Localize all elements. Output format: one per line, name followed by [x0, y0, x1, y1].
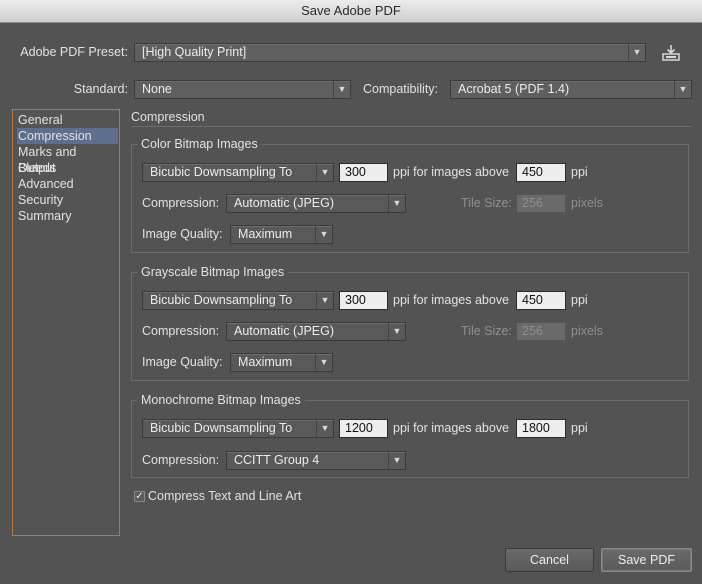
- color-ppi-unit: ppi: [571, 165, 588, 179]
- chevron-down-icon: ▼: [388, 195, 405, 212]
- mono-ppi-unit: ppi: [571, 421, 588, 435]
- gray-compression-value: Automatic (JPEG): [234, 324, 335, 338]
- mono-ppi-input[interactable]: 1200: [339, 419, 388, 438]
- chevron-down-icon: ▼: [388, 452, 405, 469]
- color-tile-size-label: Tile Size:: [461, 196, 512, 210]
- color-compression-dropdown[interactable]: Automatic (JPEG) ▼: [226, 194, 406, 213]
- sidebar-item-label: Output: [18, 161, 56, 175]
- sidebar-item-output[interactable]: Output: [17, 160, 118, 176]
- mono-sampling-dropdown[interactable]: Bicubic Downsampling To ▼: [142, 419, 334, 438]
- standard-label: Standard:: [73, 82, 128, 96]
- save-pdf-button[interactable]: Save PDF: [601, 548, 692, 572]
- mono-compression-dropdown[interactable]: CCITT Group 4 ▼: [226, 451, 406, 470]
- color-above-input[interactable]: 450: [516, 163, 566, 182]
- color-above-label: ppi for images above: [393, 165, 510, 179]
- gray-quality-label: Image Quality:: [142, 355, 223, 369]
- color-quality-label: Image Quality:: [142, 227, 223, 241]
- chevron-down-icon: ▼: [315, 226, 332, 243]
- sidebar-item-marks-and-bleeds[interactable]: Marks and Bleeds: [17, 144, 118, 175]
- mono-above-value: 1800: [522, 421, 550, 435]
- color-quality-value: Maximum: [238, 227, 293, 241]
- section-divider: [131, 126, 692, 127]
- chevron-down-icon: ▼: [333, 81, 350, 98]
- color-sampling-value: Bicubic Downsampling To: [150, 165, 293, 179]
- section-title: Compression: [131, 110, 205, 124]
- gray-quality-dropdown[interactable]: Maximum ▼: [230, 353, 333, 372]
- gray-compression-label: Compression:: [142, 324, 220, 338]
- preset-dropdown[interactable]: [High Quality Print] ▼: [134, 43, 646, 62]
- gray-ppi-value: 300: [345, 293, 366, 307]
- window-title-bar: Save Adobe PDF: [0, 0, 702, 23]
- gray-above-value: 450: [522, 293, 543, 307]
- gray-quality-value: Maximum: [238, 355, 293, 369]
- sidebar-item-general[interactable]: General: [17, 112, 118, 128]
- gray-pixels-label: pixels: [571, 324, 603, 338]
- color-sampling-dropdown[interactable]: Bicubic Downsampling To ▼: [142, 163, 334, 182]
- gray-sampling-dropdown[interactable]: Bicubic Downsampling To ▼: [142, 291, 334, 310]
- gray-above-input[interactable]: 450: [516, 291, 566, 310]
- mono-above-label: ppi for images above: [393, 421, 510, 435]
- sidebar-item-summary[interactable]: Summary: [17, 208, 118, 224]
- compress-text-checkbox[interactable]: ✓: [134, 491, 145, 502]
- sidebar: General Compression Marks and Bleeds Out…: [12, 109, 120, 536]
- gray-above-label: ppi for images above: [393, 293, 510, 307]
- chevron-down-icon: ▼: [388, 323, 405, 340]
- sidebar-item-label: Summary: [18, 209, 72, 223]
- color-tile-size-input[interactable]: 256: [516, 194, 566, 213]
- sidebar-item-compression[interactable]: Compression: [17, 128, 118, 144]
- mono-group-title: Monochrome Bitmap Images: [137, 393, 305, 407]
- gray-tile-size-label: Tile Size:: [461, 324, 512, 338]
- sidebar-item-label: Compression: [18, 129, 92, 143]
- chevron-down-icon: ▼: [316, 292, 333, 309]
- gray-ppi-unit: ppi: [571, 293, 588, 307]
- standard-value: None: [142, 82, 172, 96]
- standard-dropdown[interactable]: None ▼: [134, 80, 351, 99]
- checkmark-icon: ✓: [135, 491, 144, 502]
- mono-compression-label: Compression:: [142, 453, 220, 467]
- mono-sampling-value: Bicubic Downsampling To: [150, 421, 293, 435]
- gray-compression-dropdown[interactable]: Automatic (JPEG) ▼: [226, 322, 406, 341]
- compatibility-label: Compatibility:: [363, 82, 439, 96]
- color-compression-value: Automatic (JPEG): [234, 196, 335, 210]
- chevron-down-icon: ▼: [674, 81, 691, 98]
- preset-label: Adobe PDF Preset:: [20, 45, 128, 59]
- color-above-value: 450: [522, 165, 543, 179]
- mono-ppi-value: 1200: [345, 421, 373, 435]
- chevron-down-icon: ▼: [315, 354, 332, 371]
- sidebar-item-advanced[interactable]: Advanced: [17, 176, 118, 192]
- gray-group-title: Grayscale Bitmap Images: [137, 265, 289, 279]
- gray-tile-size-input[interactable]: 256: [516, 322, 566, 341]
- mono-compression-value: CCITT Group 4: [234, 453, 320, 467]
- save-preset-icon[interactable]: [660, 43, 682, 63]
- sidebar-item-label: Advanced: [18, 177, 74, 191]
- gray-ppi-input[interactable]: 300: [339, 291, 388, 310]
- cancel-button[interactable]: Cancel: [505, 548, 594, 572]
- color-quality-dropdown[interactable]: Maximum ▼: [230, 225, 333, 244]
- color-group-title: Color Bitmap Images: [137, 137, 262, 151]
- chevron-down-icon: ▼: [316, 164, 333, 181]
- chevron-down-icon: ▼: [628, 44, 645, 61]
- sidebar-item-security[interactable]: Security: [17, 192, 118, 208]
- chevron-down-icon: ▼: [316, 420, 333, 437]
- gray-tile-size-value: 256: [522, 324, 543, 338]
- compatibility-dropdown[interactable]: Acrobat 5 (PDF 1.4) ▼: [450, 80, 692, 99]
- color-tile-size-value: 256: [522, 196, 543, 210]
- preset-value: [High Quality Print]: [142, 45, 247, 59]
- color-compression-label: Compression:: [142, 196, 220, 210]
- color-ppi-input[interactable]: 300: [339, 163, 388, 182]
- window-title: Save Adobe PDF: [301, 3, 401, 18]
- sidebar-item-label: Security: [18, 193, 64, 207]
- gray-sampling-value: Bicubic Downsampling To: [150, 293, 293, 307]
- compress-text-label[interactable]: Compress Text and Line Art: [148, 489, 301, 503]
- sidebar-item-label: General: [18, 113, 63, 127]
- compatibility-value: Acrobat 5 (PDF 1.4): [458, 82, 570, 96]
- mono-above-input[interactable]: 1800: [516, 419, 566, 438]
- color-ppi-value: 300: [345, 165, 366, 179]
- color-pixels-label: pixels: [571, 196, 603, 210]
